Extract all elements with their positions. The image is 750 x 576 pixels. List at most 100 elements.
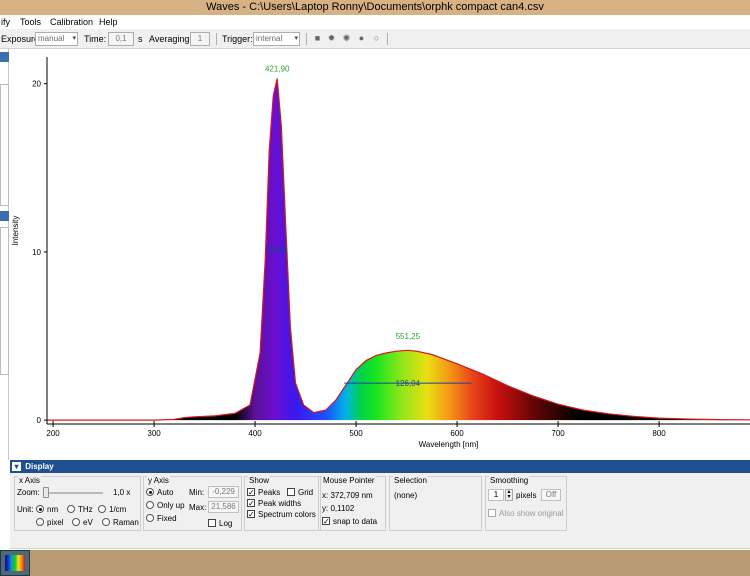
- averaging-input[interactable]: 1: [190, 32, 210, 46]
- x-tick-label: 600: [450, 429, 464, 438]
- zoom-slider-thumb[interactable]: [43, 487, 49, 498]
- display-panel-title: Display: [25, 462, 54, 471]
- spectrum-colors-label: Spectrum colors: [258, 510, 316, 519]
- zoom-value: 1,0 x: [113, 488, 131, 497]
- display-panel-header[interactable]: ▾ Display: [10, 460, 750, 473]
- peak-width-label: 126,04: [396, 379, 421, 388]
- y-axis-label: Intensity: [11, 216, 20, 246]
- averaging-label: Averaging:: [149, 34, 192, 44]
- yaxis-auto-label: Auto: [157, 488, 174, 497]
- mouse-x-readout: x: 372,709 nm: [322, 491, 373, 500]
- sun-icon[interactable]: ✹: [326, 33, 337, 44]
- taskbar: [0, 550, 750, 576]
- stop-icon[interactable]: ○: [371, 33, 382, 44]
- trigger-value: internal: [256, 34, 283, 43]
- dark-sun-icon[interactable]: ✺: [341, 33, 352, 44]
- mouse-pointer-group-title: Mouse Pointer: [322, 476, 376, 485]
- peak-label: 421,90: [265, 65, 290, 74]
- x-tick-label: 700: [551, 429, 565, 438]
- snap-to-data-checkbox[interactable]: ✓: [322, 517, 330, 526]
- x-tick-label: 300: [147, 429, 161, 438]
- menu-calibration[interactable]: Calibration: [50, 15, 93, 29]
- x-tick-label: 800: [652, 429, 666, 438]
- smoothing-spinner[interactable]: ▴ ▾: [505, 489, 513, 501]
- ymax-input[interactable]: 21,586: [208, 501, 239, 513]
- x-axis-group-title: x Axis: [18, 476, 41, 485]
- peak-width-label: 19,52: [267, 245, 288, 254]
- log-checkbox[interactable]: [208, 519, 216, 527]
- time-unit: s: [138, 34, 143, 44]
- trigger-select[interactable]: internal ▾: [253, 32, 300, 46]
- peak-label: 551,25: [396, 332, 421, 341]
- peak-widths-checkbox[interactable]: ✓: [247, 499, 255, 508]
- yaxis-fixed-label: Fixed: [157, 514, 177, 523]
- peak-widths-label: Peak widths: [258, 499, 302, 508]
- y-axis-group: y Axis Auto Only up Fixed Min: -0,229 Ma…: [143, 476, 242, 531]
- side-panel-edge: [0, 49, 9, 460]
- unit-cm-radio[interactable]: [98, 505, 106, 513]
- spectrum-fill-area: [47, 78, 750, 421]
- spectrum-color-fill: [47, 78, 750, 421]
- menu-modify[interactable]: ify: [1, 15, 10, 29]
- unit-raman-label: Raman: [113, 518, 139, 527]
- waves-app-taskbar-icon[interactable]: [0, 550, 30, 576]
- mouse-pointer-group: Mouse Pointer x: 372,709 nm y: 0,1102 ✓ …: [318, 476, 386, 531]
- exposure-select[interactable]: manual ▾: [35, 32, 78, 46]
- spectrum-chart[interactable]: 200 300 400 500 600 700 800 0 10 20 Wavelength [nm…: [10, 49, 750, 460]
- peak-annotations: 421,90 19,52 551,25 126,04: [265, 65, 472, 388]
- unit-thz-radio[interactable]: [67, 505, 75, 513]
- unit-cm-label: 1/cm: [109, 505, 127, 514]
- ymin-label: Min:: [189, 488, 205, 497]
- y-axis-group-title: y Axis: [147, 476, 170, 485]
- unit-nm-radio[interactable]: [36, 505, 44, 513]
- unit-raman-radio[interactable]: [102, 518, 110, 526]
- selection-group-title: Selection: [393, 476, 428, 485]
- ymin-input[interactable]: -0,229: [208, 486, 239, 498]
- grid-checkbox[interactable]: [287, 488, 295, 496]
- unit-pixel-radio[interactable]: [36, 518, 44, 526]
- menu-help[interactable]: Help: [99, 15, 118, 29]
- peaks-label: Peaks: [258, 488, 281, 497]
- unit-ev-radio[interactable]: [72, 518, 80, 526]
- chevron-down-icon: ▾: [72, 35, 76, 42]
- trigger-label: Trigger:: [222, 34, 253, 44]
- smoothing-unit: pixels: [516, 491, 537, 500]
- x-tick-label: 200: [46, 429, 60, 438]
- smoothing-off-button[interactable]: Off: [541, 489, 561, 501]
- yaxis-onlyup-radio[interactable]: [146, 501, 154, 509]
- save-icon[interactable]: ■: [312, 33, 323, 44]
- panel-list: [0, 227, 9, 375]
- zoom-slider-track[interactable]: [45, 492, 103, 494]
- selection-value: (none): [394, 491, 418, 500]
- unit-nm-label: nm: [47, 505, 59, 514]
- acquisition-toolbar: Exposure: manual ▾ Time: 0,1 s Averaging…: [0, 29, 750, 49]
- selection-group: Selection (none): [389, 476, 482, 531]
- exposure-value: manual: [38, 34, 65, 43]
- toolbar-separator: [306, 33, 307, 45]
- y-tick-label: 20: [32, 80, 41, 89]
- also-show-original-checkbox[interactable]: [488, 509, 496, 517]
- panel-list: [0, 84, 9, 206]
- toolbar-separator: [216, 33, 217, 45]
- x-tick-label: 500: [349, 429, 363, 438]
- mouse-y-readout: y: 0,1102: [322, 504, 355, 513]
- log-label: Log: [219, 519, 233, 528]
- show-group-title: Show: [248, 476, 271, 485]
- yaxis-fixed-radio[interactable]: [146, 514, 154, 522]
- time-input[interactable]: 0,1: [108, 32, 134, 46]
- spectrum-plot[interactable]: 200 300 400 500 600 700 800 0 10 20 Wavelength [nm…: [10, 49, 750, 460]
- smoothing-group: Smoothing 1 ▴ ▾ pixels Off Also show orig…: [485, 476, 567, 531]
- unit-ev-label: eV: [83, 518, 93, 527]
- record-icon[interactable]: ●: [356, 33, 367, 44]
- snap-to-data-label: snap to data: [333, 517, 378, 526]
- ymax-label: Max:: [189, 503, 207, 512]
- spectrum-logo-icon: [5, 555, 25, 571]
- collapse-icon[interactable]: ▾: [12, 462, 21, 471]
- menu-tools[interactable]: Tools: [20, 15, 41, 29]
- spectrum-colors-checkbox[interactable]: ✓: [247, 510, 255, 519]
- unit-label: Unit:: [17, 505, 34, 514]
- yaxis-auto-radio[interactable]: [146, 488, 154, 496]
- smoothing-input[interactable]: 1: [488, 489, 504, 501]
- show-group: Show ✓ Peaks Grid ✓ Peak widths ✓ Spectr…: [244, 476, 321, 531]
- peaks-checkbox[interactable]: ✓: [247, 488, 255, 497]
